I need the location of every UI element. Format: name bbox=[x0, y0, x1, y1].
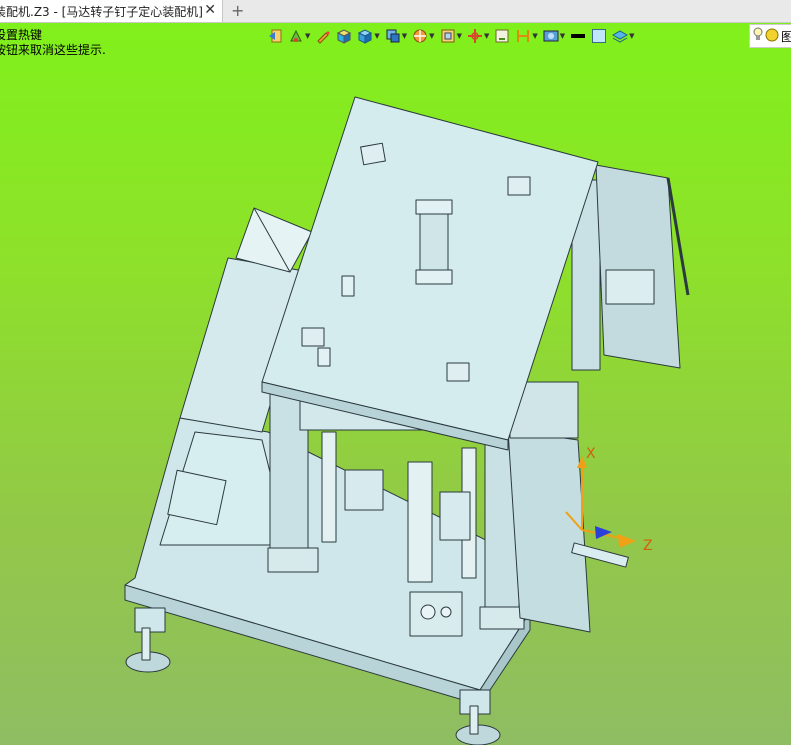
cylinder-actuator bbox=[415, 199, 453, 285]
machine-model bbox=[124, 96, 690, 745]
measure-icon bbox=[494, 28, 510, 44]
z-axis-arrow-icon bbox=[595, 526, 612, 539]
view-toolbar: ▼ ▼ ▼ ▼ ▼ ▼ ▼ ▼ ▼ bbox=[266, 26, 636, 46]
mid-bracket bbox=[344, 469, 384, 511]
tab-bar: 装配机.Z3 - [马达转子钉子定心装配机] ✕ + bbox=[0, 0, 791, 23]
filter-icon bbox=[412, 28, 428, 44]
knob-icon bbox=[440, 606, 452, 618]
render-label: 图 bbox=[781, 29, 791, 44]
chevron-down-icon: ▼ bbox=[483, 32, 490, 40]
screenshot-icon bbox=[543, 28, 559, 44]
render-settings[interactable]: 图 bbox=[749, 24, 791, 48]
chevron-down-icon: ▼ bbox=[374, 32, 380, 40]
layer-icon bbox=[612, 28, 629, 44]
shaded-button[interactable] bbox=[335, 27, 353, 45]
guide-rod bbox=[407, 461, 433, 583]
line-color-icon bbox=[570, 28, 586, 44]
knob-icon bbox=[420, 604, 436, 620]
mount-pad bbox=[360, 142, 386, 166]
display-mode-icon bbox=[385, 28, 401, 44]
document-tab[interactable]: 装配机.Z3 - [马达转子钉子定心装配机] ✕ bbox=[0, 0, 223, 22]
paint-button[interactable]: ▼ bbox=[287, 27, 311, 45]
back-door-window bbox=[605, 269, 655, 305]
pick-button[interactable]: ▼ bbox=[466, 27, 490, 45]
mount-pad bbox=[446, 362, 470, 382]
pick-icon bbox=[467, 28, 483, 44]
section-icon bbox=[515, 28, 531, 44]
view-cube-icon bbox=[357, 28, 373, 44]
cabinet-door bbox=[507, 429, 591, 633]
hint-line-2: 按钮来取消这些提示. bbox=[0, 43, 106, 57]
mid-bracket bbox=[439, 491, 471, 541]
chevron-down-icon: ▼ bbox=[305, 32, 311, 40]
z-cone-icon bbox=[618, 534, 636, 548]
screenshot-button[interactable]: ▼ bbox=[542, 27, 566, 45]
small-clamp bbox=[317, 347, 331, 367]
mount-pad bbox=[301, 327, 325, 347]
mount-pad bbox=[507, 176, 531, 196]
pencil-button[interactable] bbox=[314, 27, 332, 45]
line-color-button[interactable] bbox=[569, 27, 587, 45]
new-tab-icon[interactable]: + bbox=[231, 0, 244, 22]
snap-icon bbox=[440, 28, 456, 44]
filter-button[interactable]: ▼ bbox=[411, 27, 435, 45]
chevron-down-icon: ▼ bbox=[429, 32, 435, 40]
back-door bbox=[595, 164, 681, 369]
column-footplate bbox=[479, 606, 525, 630]
chevron-down-icon: ▼ bbox=[401, 32, 408, 40]
guide-rod bbox=[321, 431, 337, 543]
column-footplate bbox=[267, 547, 319, 573]
view-cube-button[interactable]: ▼ bbox=[356, 27, 380, 45]
material-sphere-icon bbox=[765, 27, 779, 46]
shaded-cube-icon bbox=[336, 28, 352, 44]
base-lower-plate bbox=[409, 591, 463, 637]
z-axis-label: Z bbox=[643, 538, 653, 554]
exit-icon bbox=[267, 28, 283, 44]
chevron-down-icon: ▼ bbox=[456, 32, 462, 40]
close-tab-icon[interactable]: ✕ bbox=[204, 2, 216, 18]
chevron-down-icon: ▼ bbox=[559, 32, 566, 40]
chevron-down-icon: ▼ bbox=[532, 32, 538, 40]
chevron-down-icon: ▼ bbox=[629, 32, 635, 40]
small-clamp bbox=[341, 275, 355, 297]
snap-button[interactable]: ▼ bbox=[439, 27, 463, 45]
paint-icon bbox=[288, 28, 304, 44]
background-color-button[interactable] bbox=[590, 27, 608, 45]
foot-front-right bbox=[455, 689, 501, 745]
measure-button[interactable] bbox=[493, 27, 511, 45]
display-mode-button[interactable]: ▼ bbox=[384, 27, 408, 45]
foot-front-left bbox=[125, 607, 171, 673]
lightbulb-icon bbox=[753, 26, 763, 46]
background-color-icon bbox=[591, 28, 607, 44]
x-axis-label: X bbox=[586, 446, 596, 462]
pencil-icon bbox=[315, 28, 331, 44]
layer-button[interactable]: ▼ bbox=[611, 27, 635, 45]
exit-button[interactable] bbox=[266, 27, 284, 45]
document-tab-title: 装配机.Z3 - [马达转子钉子定心装配机] bbox=[0, 4, 203, 19]
model-viewport[interactable]: X Z bbox=[0, 60, 791, 745]
section-button[interactable]: ▼ bbox=[514, 27, 538, 45]
base-label-plate bbox=[167, 469, 227, 526]
